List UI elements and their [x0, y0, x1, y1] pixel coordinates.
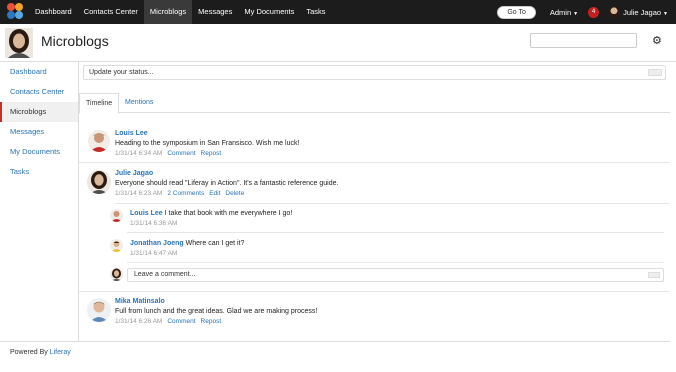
nav-messages[interactable]: Messages: [192, 0, 238, 24]
avatar[interactable]: [87, 298, 111, 322]
comment-author[interactable]: Louis Lee: [130, 210, 163, 217]
post-comment-button[interactable]: [648, 272, 660, 278]
post-message: Everyone should read "Liferay in Action"…: [115, 180, 339, 187]
post-message: Full from lunch and the great ideas. Gla…: [115, 308, 318, 315]
liferay-link[interactable]: Liferay: [50, 349, 71, 356]
edit-link[interactable]: Edit: [209, 190, 220, 197]
nav-dashboard[interactable]: Dashboard: [29, 0, 78, 24]
search-input[interactable]: [530, 33, 637, 48]
delete-link[interactable]: Delete: [225, 190, 244, 197]
post-timestamp: 1/31/14 6:34 AM: [115, 150, 163, 157]
admin-menu[interactable]: Admin ▼: [550, 8, 578, 17]
top-navigation-bar: Dashboard Contacts Center Microblogs Mes…: [0, 0, 676, 24]
nav-microblogs[interactable]: Microblogs: [143, 0, 193, 24]
user-name: Julie Jagao: [623, 7, 662, 17]
comment-input[interactable]: Leave a comment...: [127, 268, 664, 282]
tab-bar: Timeline Mentions: [79, 93, 670, 114]
post-author[interactable]: Mika Matinsalo: [115, 298, 317, 305]
nav-contacts-center[interactable]: Contacts Center: [78, 0, 144, 24]
comment-placeholder: Leave a comment...: [134, 271, 196, 278]
user-avatar[interactable]: [608, 6, 621, 18]
divider: [79, 291, 670, 292]
footer: Powered By Liferay: [10, 349, 71, 356]
post-timestamp: 1/31/14 6:26 AM: [115, 318, 163, 325]
status-input[interactable]: Update your status...: [83, 65, 666, 80]
post-status-button[interactable]: [648, 69, 662, 76]
divider: [115, 203, 670, 204]
post-item: Louis Lee Heading to the symposium in Sa…: [115, 130, 299, 157]
sidebar-item-microblogs[interactable]: Microblogs: [0, 102, 78, 122]
comment-author[interactable]: Jonathan Joeng: [130, 240, 184, 247]
comment-link[interactable]: Comment: [167, 318, 195, 325]
chevron-down-icon: ▼: [573, 10, 579, 17]
chevron-down-icon: ▼: [663, 10, 668, 17]
go-to-button[interactable]: Go To: [497, 5, 536, 19]
comment-item: Louis Lee I take that book with me every…: [130, 210, 292, 227]
divider: [127, 232, 664, 233]
profile-avatar: [5, 28, 33, 58]
repost-link[interactable]: Repost: [201, 318, 222, 325]
comment-message: I take that book with me everywhere I go…: [164, 210, 293, 217]
comment-timestamp: 1/31/14 6:47 AM: [130, 250, 178, 257]
comment-timestamp: 1/31/14 6:36 AM: [130, 220, 178, 227]
tab-mentions[interactable]: Mentions: [119, 93, 159, 113]
post-item: Julie Jagao Everyone should read "Lifera…: [115, 170, 338, 197]
footer-divider: [0, 341, 670, 342]
divider: [127, 262, 664, 263]
sidebar-item-my-documents[interactable]: My Documents: [0, 142, 78, 162]
sidebar-item-dashboard[interactable]: Dashboard: [0, 62, 78, 82]
avatar[interactable]: [110, 239, 123, 252]
admin-label: Admin: [549, 7, 572, 17]
sidebar-item-messages[interactable]: Messages: [0, 122, 78, 142]
notification-badge[interactable]: 4: [588, 6, 600, 18]
comments-link[interactable]: 2 Comments: [167, 190, 204, 197]
status-placeholder: Update your status...: [89, 69, 154, 76]
post-author[interactable]: Julie Jagao: [115, 170, 338, 177]
liferay-logo-icon[interactable]: [7, 3, 25, 21]
post-author[interactable]: Louis Lee: [115, 130, 299, 137]
gear-icon[interactable]: ⚙: [652, 34, 662, 47]
avatar[interactable]: [87, 170, 111, 194]
page-header: Microblogs ⚙: [0, 24, 676, 62]
post-timestamp: 1/31/14 6:23 AM: [115, 190, 163, 197]
sidebar: Dashboard Contacts Center Microblogs Mes…: [0, 62, 79, 342]
sidebar-item-tasks[interactable]: Tasks: [0, 162, 78, 182]
comment-item: Jonathan Joeng Where can I get it? 1/31/…: [130, 240, 244, 257]
comment-link[interactable]: Comment: [167, 150, 195, 157]
repost-link[interactable]: Repost: [201, 150, 222, 157]
avatar[interactable]: [88, 130, 110, 152]
user-menu[interactable]: Julie Jagao ▼: [623, 8, 668, 17]
post-item: Mika Matinsalo Full from lunch and the g…: [115, 298, 317, 325]
page-title: Microblogs: [41, 33, 109, 49]
footer-text: Powered By: [10, 349, 48, 356]
nav-tasks[interactable]: Tasks: [300, 0, 331, 24]
avatar[interactable]: [110, 209, 123, 222]
comment-message: Where can I get it?: [185, 240, 245, 247]
post-message: Heading to the symposium in San Fransisc…: [115, 140, 300, 147]
tab-timeline[interactable]: Timeline: [79, 93, 120, 114]
avatar: [110, 268, 123, 281]
divider: [79, 162, 670, 163]
nav-my-documents[interactable]: My Documents: [238, 0, 300, 24]
sidebar-item-contacts-center[interactable]: Contacts Center: [0, 82, 78, 102]
